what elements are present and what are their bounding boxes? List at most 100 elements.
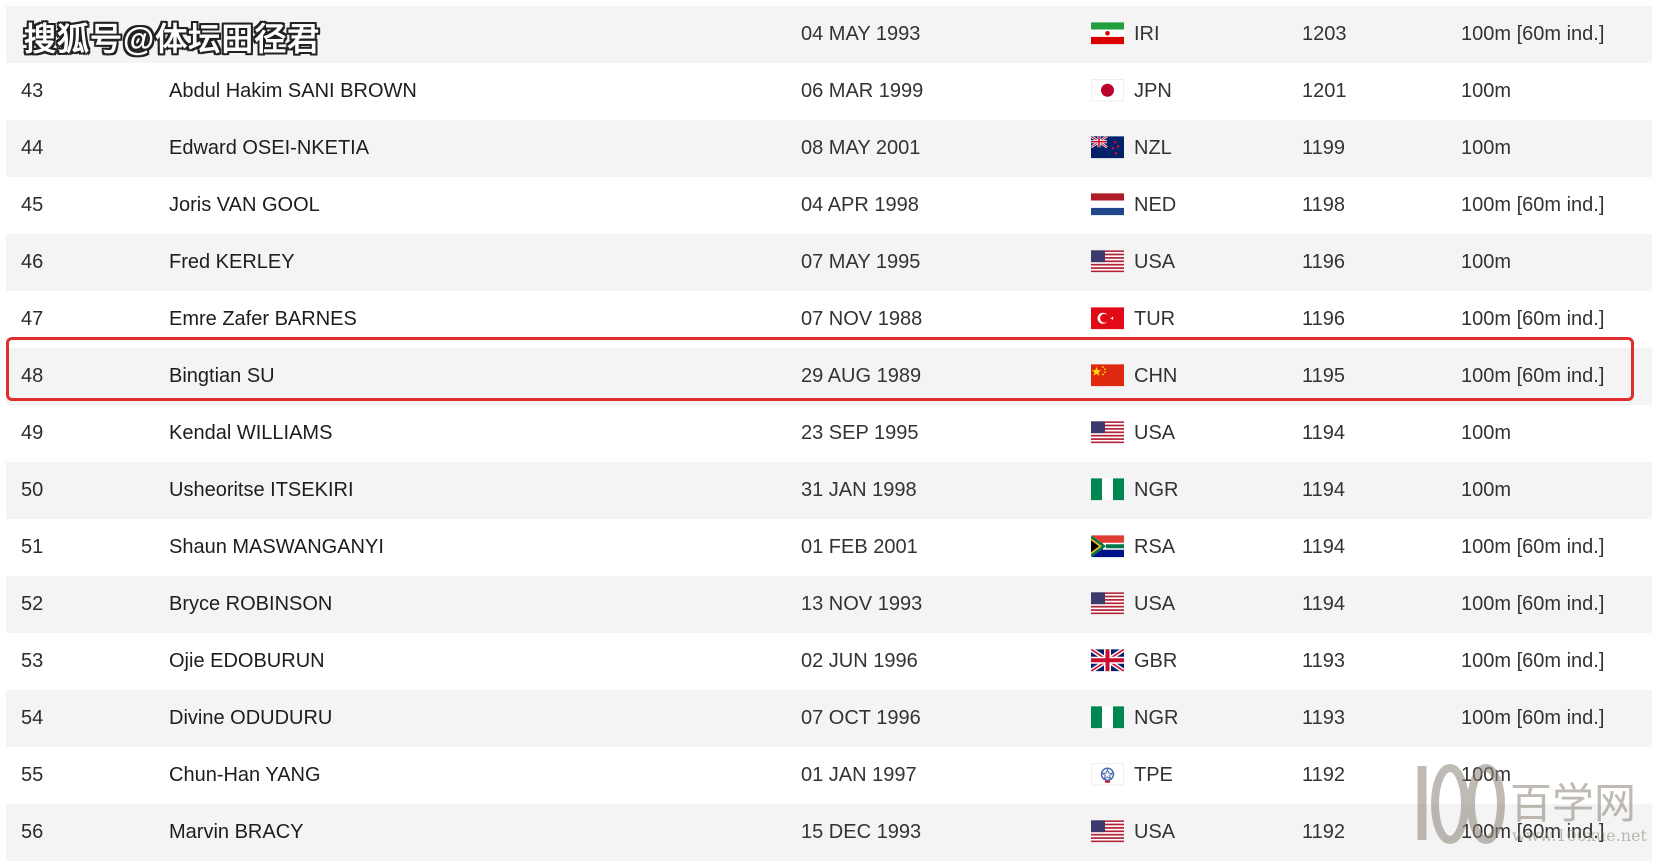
date-of-birth: 15 DEC 1993 (801, 821, 922, 843)
country-code: TUR (1134, 308, 1176, 330)
athlete-name[interactable]: Joris VAN GOOL (169, 194, 320, 217)
flag-nzl-icon (1091, 135, 1124, 158)
date-of-birth: 07 OCT 1996 (801, 707, 921, 729)
table-row[interactable]: 52 Bryce ROBINSON 13 NOV 1993 USA 1194 1… (6, 576, 1652, 633)
table-row[interactable]: 53 Ojie EDOBURUN 02 JUN 1996 GBR 1193 10… (6, 633, 1652, 690)
event-cell: 100m (1461, 251, 1512, 273)
athlete-name[interactable]: Divine ODUDURU (169, 707, 332, 730)
country-code: GBR (1134, 650, 1178, 672)
table-row[interactable]: 44 Edward OSEI-NKETIA 08 MAY 2001 NZL 11… (6, 120, 1652, 177)
athlete-name[interactable]: Chun-Han YANG (169, 764, 321, 787)
country-code: IRI (1134, 23, 1160, 45)
rank-cell: 50 (21, 479, 44, 501)
score-cell: 1194 (1302, 479, 1346, 501)
table-row[interactable]: 51 Shaun MASWANGANYI 01 FEB 2001 RSA 119… (6, 519, 1652, 576)
flag-usa-icon (1091, 591, 1124, 614)
country-code: NGR (1134, 707, 1179, 729)
athlete-name[interactable]: Usheoritse ITSEKIRI (169, 479, 354, 502)
rankings-table: 04 MAY 1993 IRI 1203 100m [60m ind.] 43 … (0, 6, 1662, 861)
date-of-birth: 23 SEP 1995 (801, 422, 919, 444)
watermark-top: 搜狐号@体坛田径君 (24, 21, 321, 57)
athlete-name[interactable]: Shaun MASWANGANYI (169, 536, 384, 559)
athlete-name[interactable]: Emre Zafer BARNES (169, 308, 357, 331)
table-row[interactable]: 54 Divine ODUDURU 07 OCT 1996 NGR 1193 1… (6, 690, 1652, 747)
score-cell: 1192 (1302, 821, 1346, 843)
score-cell: 1194 (1302, 422, 1346, 444)
date-of-birth: 07 NOV 1988 (801, 308, 923, 330)
date-of-birth: 04 MAY 1993 (801, 23, 921, 45)
country-code: RSA (1134, 536, 1176, 558)
athlete-name[interactable]: Bingtian SU (169, 365, 275, 388)
flag-rsa-icon (1091, 534, 1124, 557)
date-of-birth: 04 APR 1998 (801, 194, 919, 216)
rank-cell: 43 (21, 80, 44, 102)
date-of-birth: 01 FEB 2001 (801, 536, 918, 558)
date-of-birth: 06 MAR 1999 (801, 80, 924, 102)
country-code: USA (1134, 821, 1176, 843)
event-cell: 100m (1461, 422, 1512, 444)
flag-ned-icon (1091, 192, 1124, 215)
table-row-highlighted[interactable]: 48 Bingtian SU 29 AUG 1989 CHN 1195 100m… (6, 348, 1652, 405)
country-code: USA (1134, 251, 1176, 273)
date-of-birth: 02 JUN 1996 (801, 650, 918, 672)
rank-cell: 45 (21, 194, 44, 216)
score-cell: 1196 (1302, 308, 1346, 330)
rank-cell: 56 (21, 821, 44, 843)
event-cell: 100m (1461, 80, 1512, 102)
rank-cell: 46 (21, 251, 44, 273)
flag-tur-icon (1091, 306, 1124, 329)
event-cell: 100m [60m ind.] (1461, 308, 1605, 330)
event-cell: 100m [60m ind.] (1461, 23, 1605, 45)
table-row[interactable]: 46 Fred KERLEY 07 MAY 1995 USA 1196 100m (6, 234, 1652, 291)
event-cell: 100m (1461, 479, 1512, 501)
event-cell: 100m (1461, 137, 1512, 159)
rank-cell: 47 (21, 308, 44, 330)
date-of-birth: 29 AUG 1989 (801, 365, 922, 387)
country-code: NGR (1134, 479, 1179, 501)
rank-cell: 53 (21, 650, 44, 672)
table-row[interactable]: 43 Abdul Hakim SANI BROWN 06 MAR 1999 JP… (6, 63, 1652, 120)
flag-gbr-icon (1091, 648, 1124, 671)
score-cell: 1203 (1302, 23, 1347, 45)
athlete-name[interactable]: Marvin BRACY (169, 821, 303, 844)
rank-cell: 49 (21, 422, 44, 444)
flag-usa-icon (1091, 420, 1124, 443)
rank-cell: 54 (21, 707, 44, 729)
event-cell: 100m [60m ind.] (1461, 707, 1605, 729)
rank-cell: 55 (21, 764, 44, 786)
score-cell: 1194 (1302, 593, 1346, 615)
athlete-name[interactable]: Edward OSEI-NKETIA (169, 137, 369, 160)
flag-ngr-icon (1091, 477, 1124, 500)
flag-jpn-icon (1091, 78, 1124, 101)
country-code: NZL (1134, 137, 1172, 159)
athlete-name[interactable]: Kendal WILLIAMS (169, 422, 332, 445)
table-row[interactable]: 47 Emre Zafer BARNES 07 NOV 1988 TUR 119… (6, 291, 1652, 348)
rank-cell: 44 (21, 137, 44, 159)
table-row[interactable]: 49 Kendal WILLIAMS 23 SEP 1995 USA 1194 … (6, 405, 1652, 462)
watermark-100-icon (1417, 764, 1505, 844)
score-cell: 1196 (1302, 251, 1346, 273)
score-cell: 1193 (1302, 650, 1346, 672)
flag-ngr-icon (1091, 705, 1124, 728)
table-row[interactable]: 45 Joris VAN GOOL 04 APR 1998 NED 1198 1… (6, 177, 1652, 234)
watermark-url: www.100xue.net (1512, 826, 1647, 845)
event-cell: 100m [60m ind.] (1461, 194, 1605, 216)
date-of-birth: 31 JAN 1998 (801, 479, 917, 501)
athlete-name[interactable]: Abdul Hakim SANI BROWN (169, 80, 417, 103)
watermark-logo: 百学网 www.100xue.net (1402, 758, 1652, 858)
athlete-name[interactable]: Ojie EDOBURUN (169, 650, 325, 673)
watermark-text: 百学网 (1510, 779, 1637, 828)
athlete-name[interactable]: Fred KERLEY (169, 251, 295, 274)
score-cell: 1198 (1302, 194, 1346, 216)
score-cell: 1194 (1302, 536, 1346, 558)
country-code: USA (1134, 422, 1176, 444)
score-cell: 1192 (1302, 764, 1346, 786)
country-code: CHN (1134, 365, 1178, 387)
country-code: TPE (1134, 764, 1173, 786)
flag-tpe-icon (1091, 762, 1124, 785)
date-of-birth: 13 NOV 1993 (801, 593, 923, 615)
athlete-name[interactable]: Bryce ROBINSON (169, 593, 332, 616)
score-cell: 1201 (1302, 80, 1347, 102)
table-row[interactable]: 50 Usheoritse ITSEKIRI 31 JAN 1998 NGR 1… (6, 462, 1652, 519)
date-of-birth: 08 MAY 2001 (801, 137, 921, 159)
